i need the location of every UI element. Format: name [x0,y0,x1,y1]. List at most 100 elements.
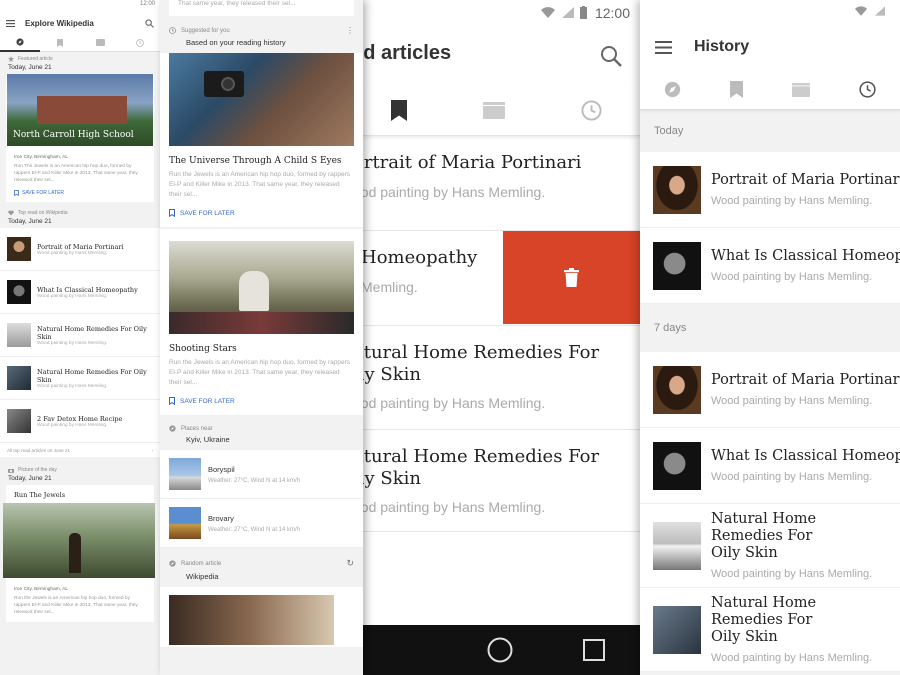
tab-saved[interactable] [730,81,744,98]
saved-item[interactable]: ortrait of Maria Portinari ood painting … [363,136,640,231]
topread-header: Top read on Wikipedia [0,206,160,218]
explore-title: Explore Wikipedia [25,18,94,28]
tab-explore[interactable] [0,34,40,52]
all-top-read-link[interactable]: All top read articles on June 21 › [0,443,160,457]
article-thumbnail [7,409,31,433]
tab-reading[interactable] [80,34,120,52]
trash-icon [564,268,579,287]
place-item[interactable]: Boryspil Weather: 27°C, Wind N at 14 km/h [160,450,363,499]
item-desc: ood painting by Hans Memling. [363,499,546,515]
featured-text: Run The Jewels is an American hip hop du… [14,164,138,183]
saved-screen: 12:00 ved articles ortrait of Maria Port… [363,0,640,675]
history-tabs [640,70,900,110]
topread-item[interactable]: Natural Home Remedies For Oily Skin Wood … [0,357,160,400]
potd-subtitle: Iron City, Birmingham, AL [14,587,69,592]
camera-icon [8,468,14,473]
history-item[interactable]: Natural Home Remedies For Oily Skin Wood … [640,504,900,588]
tab-history[interactable] [120,34,160,52]
place-item[interactable]: Brovary Weather: 27°C, Wind N at 14 km/h [160,499,363,548]
places-header: Places near Kyiv, Ukraine [160,415,363,450]
clock-icon [581,100,602,121]
suggested-header: Suggested for you ⋮ Based on your readin… [160,16,363,53]
history-app-bar: History [640,24,900,70]
tab-reading[interactable] [483,102,505,119]
bookmark-outline-icon [169,209,175,217]
featured-card[interactable]: North Carroll High School Iron City, Bir… [6,74,154,202]
potd-text: Run the Jewels is an American hip hop du… [14,596,138,615]
bookmark-icon [730,81,744,98]
overflow-menu-icon[interactable]: ⋮ [346,26,354,35]
folder-icon [483,102,505,119]
tab-history[interactable] [581,100,602,121]
tab-saved[interactable] [40,34,80,52]
search-icon[interactable] [600,45,622,67]
article-thumbnail [653,441,701,490]
item-title: Homeopathy [363,247,478,268]
saved-item-swiped[interactable]: Homeopathy Memling. [363,231,640,326]
explore-app-bar: Explore Wikipedia [0,12,160,34]
saved-item[interactable]: atural Home Remedies For ily Skin ood pa… [363,326,640,430]
saved-tabs [363,86,640,136]
place-thumbnail [169,507,201,539]
saved-item[interactable]: atural Home Remedies For ily Skin ood pa… [363,430,640,532]
tab-reading[interactable] [791,82,810,97]
compass-icon [16,37,24,46]
tab-explore[interactable] [664,81,681,98]
compass-icon [665,81,681,98]
tab-saved[interactable] [391,100,407,121]
refresh-icon[interactable]: ↻ [346,558,354,569]
random-header: Random article ↻ Wikipedia [160,548,363,587]
feed-screen: That same year, they released their sel.… [160,0,363,675]
status-time: 12:00 [139,1,155,7]
article-thumbnail [653,165,701,214]
featured-header: Featured article [0,52,160,64]
menu-icon[interactable] [6,19,15,27]
card-text: Run the Jewels is an American hip hop du… [169,359,351,386]
history-item[interactable]: What Is Classical Homeopat Wood painting … [640,228,900,304]
status-bar: 12:00 [0,0,160,12]
bookmark-icon [391,100,407,121]
star-icon [8,56,14,62]
potd-card[interactable]: Run The Jewels Iron City, Birmingham, AL… [3,485,155,622]
clock-icon [169,27,176,34]
delete-action[interactable] [503,231,640,324]
item-title: atural Home Remedies For ily Skin [363,446,600,489]
recents-icon[interactable] [583,639,606,661]
history-item[interactable]: Portrait of Maria Portinari Wood painting… [640,352,900,428]
signal-icon [875,6,885,16]
topread-item[interactable]: What Is Classical Homeopathy Wood paintin… [0,271,160,314]
article-thumbnail [653,605,701,654]
random-card[interactable] [160,587,363,647]
featured-image: North Carroll High School [7,74,153,146]
topread-item[interactable]: 2 Fav Detox Home Recipe Wood painting by … [0,400,160,443]
signal-icon [562,7,574,18]
topread-item[interactable]: Natural Home Remedies For Oily Skin Wood … [0,314,160,357]
card-title: The Universe Through A Child S Eyes [169,156,342,166]
home-icon[interactable] [487,637,513,663]
saved-app-bar: ved articles [363,28,640,86]
history-item[interactable]: Natural Home Remedies For Oily Skin Wood … [640,588,900,672]
suggested-card[interactable]: The Universe Through A Child S Eyes Run … [160,53,363,227]
history-item[interactable]: Portrait of Maria Portinari Wood painting… [640,152,900,228]
tab-history[interactable] [859,81,876,98]
item-desc: ood painting by Hans Memling. [363,184,546,200]
potd-header: Picture of the day [0,463,160,475]
article-image [169,595,334,645]
status-time: 12:00 [594,5,630,21]
menu-icon[interactable] [655,40,672,54]
location-icon [169,425,176,432]
explore-screen: 12:00 Explore Wikipedia Featured article [0,0,160,675]
topread-item[interactable]: Portrait of Maria Portinari Wood painting… [0,228,160,271]
stage: 12:00 Explore Wikipedia Featured article [0,0,900,675]
item-desc: ood painting by Hans Memling. [363,395,546,411]
article-thumbnail [7,323,31,347]
save-for-later-button[interactable]: SAVE FOR LATER [160,200,363,227]
history-item[interactable]: What Is Classical Homeopat Wood painting … [640,428,900,504]
bookmark-outline-icon [14,190,19,196]
search-icon[interactable] [145,18,154,28]
featured-subtitle: Iron City, Birmingham, AL [14,155,69,160]
featured-save-button[interactable]: SAVE FOR LATER [6,184,154,202]
history-section-7-days: 7 days [654,322,687,334]
suggested-card[interactable]: Shooting Stars Run the Jewels is an Amer… [160,229,363,415]
save-for-later-button[interactable]: SAVE FOR LATER [160,388,363,415]
